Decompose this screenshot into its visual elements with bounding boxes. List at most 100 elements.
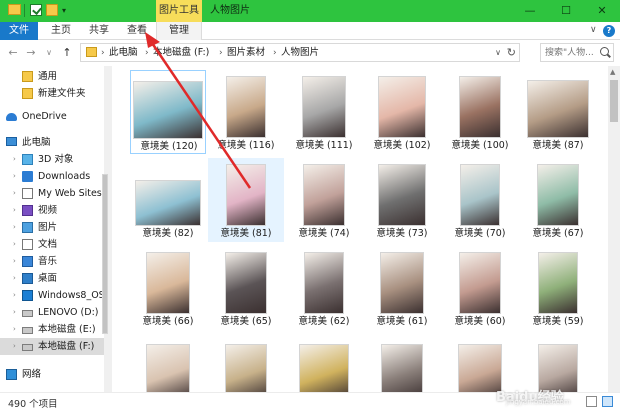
image-thumbnail[interactable] xyxy=(458,344,502,392)
file-item[interactable] xyxy=(208,332,284,392)
image-thumbnail[interactable] xyxy=(225,344,267,392)
recent-locations-button[interactable]: ∨ xyxy=(42,46,56,60)
file-item[interactable]: 意境美 (100) xyxy=(442,70,518,154)
sidebar-item[interactable]: › 音乐 xyxy=(0,253,104,270)
sidebar-scrollbar[interactable] xyxy=(102,66,112,392)
tab-manage[interactable]: 管理 xyxy=(156,22,202,40)
sidebar-item[interactable]: › Downloads xyxy=(0,168,104,185)
file-item[interactable]: 意境美 (66) xyxy=(130,246,206,330)
file-item[interactable]: 意境美 (65) xyxy=(208,246,284,330)
expand-chevron-icon[interactable]: › xyxy=(13,338,16,355)
forward-button[interactable]: → xyxy=(24,46,38,60)
image-thumbnail[interactable] xyxy=(459,252,501,314)
vertical-scrollbar[interactable]: ▲ xyxy=(608,66,620,392)
image-thumbnail[interactable] xyxy=(460,164,500,226)
sidebar-item[interactable]: 新建文件夹 xyxy=(0,85,104,102)
sidebar-item[interactable]: › 3D 对象 xyxy=(0,151,104,168)
ribbon-collapse-icon[interactable]: ∨ xyxy=(590,25,597,35)
image-thumbnail[interactable] xyxy=(135,180,201,226)
file-item[interactable]: 意境美 (74) xyxy=(286,158,362,242)
address-dropdown-icon[interactable]: ∨ xyxy=(495,46,501,60)
image-thumbnail[interactable] xyxy=(378,164,426,226)
image-thumbnail[interactable] xyxy=(225,252,267,314)
expand-chevron-icon[interactable]: › xyxy=(13,270,16,287)
sidebar-item[interactable]: › LENOVO (D:) xyxy=(0,304,104,321)
file-item[interactable]: 意境美 (67) xyxy=(520,158,596,242)
file-item[interactable]: 意境美 (111) xyxy=(286,70,362,154)
sidebar-item[interactable]: › Windows8_OS xyxy=(0,287,104,304)
image-thumbnail[interactable] xyxy=(537,164,579,226)
breadcrumb-this-pc[interactable]: 此电脑 xyxy=(109,46,138,60)
expand-chevron-icon[interactable]: › xyxy=(13,253,16,270)
help-icon[interactable]: ? xyxy=(603,25,615,37)
search-input[interactable] xyxy=(541,44,597,61)
file-item[interactable]: 意境美 (120) xyxy=(130,70,206,154)
sidebar-item[interactable]: 通用 xyxy=(0,68,104,85)
expand-chevron-icon[interactable]: › xyxy=(13,219,16,236)
file-item[interactable]: 意境美 (81) xyxy=(208,158,284,242)
image-thumbnail[interactable] xyxy=(302,76,346,138)
maximize-button[interactable]: ☐ xyxy=(548,0,584,22)
new-folder-icon[interactable] xyxy=(46,4,58,16)
sidebar-item[interactable]: › 桌面 xyxy=(0,270,104,287)
breadcrumb-drive-f[interactable]: 本地磁盘 (F:) xyxy=(153,46,209,60)
file-item[interactable] xyxy=(442,332,518,392)
expand-chevron-icon[interactable]: › xyxy=(13,185,16,202)
properties-icon[interactable] xyxy=(30,4,42,16)
image-thumbnail[interactable] xyxy=(538,344,578,392)
tab-view[interactable]: 查看 xyxy=(120,22,154,40)
file-item[interactable]: 意境美 (60) xyxy=(442,246,518,330)
expand-chevron-icon[interactable]: › xyxy=(13,168,16,185)
minimize-button[interactable]: — xyxy=(512,0,548,22)
file-item[interactable]: 意境美 (62) xyxy=(286,246,362,330)
tab-share[interactable]: 共享 xyxy=(82,22,116,40)
image-thumbnail[interactable] xyxy=(299,344,349,392)
up-button[interactable]: ↑ xyxy=(60,46,74,60)
sidebar-item[interactable]: › 本地磁盘 (E:) xyxy=(0,321,104,338)
file-item[interactable] xyxy=(520,332,596,392)
tab-file[interactable]: 文件 xyxy=(0,22,38,40)
image-thumbnail[interactable] xyxy=(146,344,190,392)
refresh-icon[interactable]: ↻ xyxy=(507,45,516,60)
back-button[interactable]: ← xyxy=(6,46,20,60)
image-thumbnail[interactable] xyxy=(303,164,345,226)
breadcrumb-picture-material[interactable]: 图片素材 xyxy=(227,46,265,60)
sidebar-item[interactable]: ›OneDrive xyxy=(0,108,104,125)
sidebar-item[interactable]: › My Web Sites o xyxy=(0,185,104,202)
file-item[interactable]: 意境美 (73) xyxy=(364,158,440,242)
image-thumbnail[interactable] xyxy=(133,81,203,139)
image-thumbnail[interactable] xyxy=(226,164,266,226)
tab-home[interactable]: 主页 xyxy=(44,22,78,40)
file-item[interactable]: 意境美 (59) xyxy=(520,246,596,330)
image-thumbnail[interactable] xyxy=(146,252,190,314)
breadcrumb-people-pictures[interactable]: 人物图片 xyxy=(281,46,319,60)
image-thumbnail[interactable] xyxy=(378,76,426,138)
image-thumbnail[interactable] xyxy=(226,76,266,138)
image-thumbnail[interactable] xyxy=(381,344,423,392)
image-thumbnail[interactable] xyxy=(527,80,589,138)
sidebar-item[interactable]: › 图片 xyxy=(0,219,104,236)
file-item[interactable] xyxy=(130,332,206,392)
expand-chevron-icon[interactable]: › xyxy=(13,287,16,304)
file-item[interactable]: 意境美 (61) xyxy=(364,246,440,330)
sidebar-item[interactable]: ›此电脑 xyxy=(0,134,104,151)
file-item[interactable]: 意境美 (70) xyxy=(442,158,518,242)
quick-access-dropdown-icon[interactable]: ▾ xyxy=(62,6,66,15)
picture-tools-tab[interactable]: 图片工具 xyxy=(156,0,202,22)
image-thumbnail[interactable] xyxy=(538,252,578,314)
search-box[interactable] xyxy=(540,43,614,62)
sidebar-scrollbar-thumb[interactable] xyxy=(102,174,108,334)
file-item[interactable]: 意境美 (116) xyxy=(208,70,284,154)
image-thumbnail[interactable] xyxy=(304,252,344,314)
address-bar[interactable]: › 此电脑 › 本地磁盘 (F:) › 图片素材 › 人物图片 ∨ ↻ xyxy=(80,43,520,62)
file-item[interactable] xyxy=(364,332,440,392)
expand-chevron-icon[interactable]: › xyxy=(13,151,16,168)
expand-chevron-icon[interactable]: › xyxy=(13,304,16,321)
image-thumbnail[interactable] xyxy=(459,76,501,138)
image-thumbnail[interactable] xyxy=(380,252,424,314)
search-icon[interactable] xyxy=(600,47,609,56)
expand-chevron-icon[interactable]: › xyxy=(13,321,16,338)
file-item[interactable]: 意境美 (82) xyxy=(130,158,206,242)
file-item[interactable]: 意境美 (102) xyxy=(364,70,440,154)
expand-chevron-icon[interactable]: › xyxy=(13,236,16,253)
